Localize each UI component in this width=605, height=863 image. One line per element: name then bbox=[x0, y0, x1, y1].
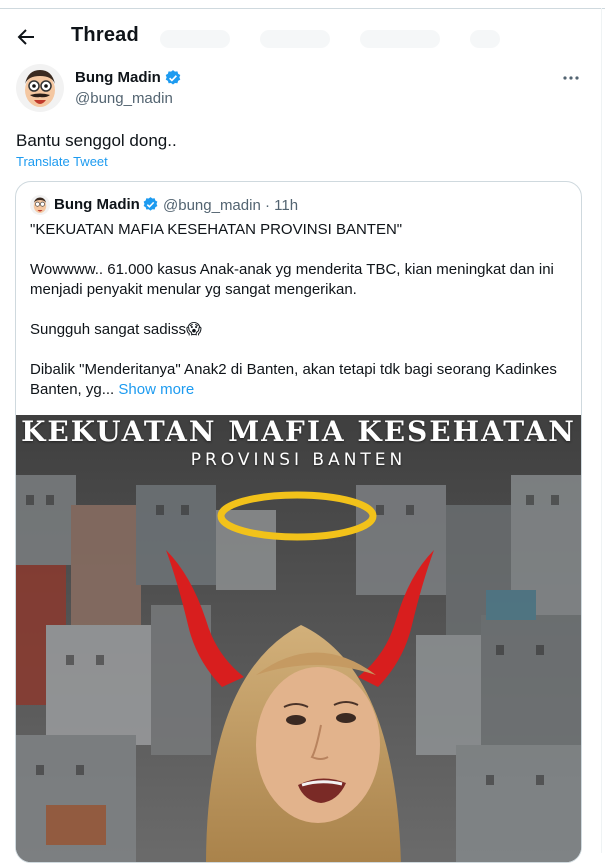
ellipsis-icon[interactable] bbox=[560, 70, 582, 86]
quote-text: "KEKUATAN MAFIA KESEHATAN PROVINSI BANTE… bbox=[30, 220, 570, 400]
media-title-text: KEKUATAN MAFIA KESEHATAN bbox=[21, 415, 576, 448]
verified-badge-icon bbox=[164, 69, 182, 87]
quoted-tweet[interactable]: Bung Madin @bung_madin · 11h "KEKUATAN M… bbox=[15, 181, 582, 863]
show-more-link[interactable]: Show more bbox=[118, 381, 194, 398]
verified-badge-icon bbox=[142, 196, 159, 213]
quote-line: Sungguh sangat sadiss😱 bbox=[30, 321, 202, 338]
quote-media-image[interactable]: KEKUATAN MAFIA KESEHATAN PROVINSI BANTEN bbox=[16, 415, 581, 862]
blurred-nav bbox=[160, 30, 230, 48]
media-subtitle-text: PROVINSI BANTEN bbox=[190, 450, 407, 470]
arrow-left-icon[interactable] bbox=[14, 25, 38, 49]
blurred-nav bbox=[260, 30, 330, 48]
quote-author-handle: @bung_madin · 11h bbox=[163, 197, 299, 214]
avatar bbox=[30, 195, 50, 215]
thread-header: Thread bbox=[0, 18, 600, 56]
blurred-nav bbox=[360, 30, 440, 48]
column-divider bbox=[601, 8, 602, 853]
translate-tweet-link[interactable]: Translate Tweet bbox=[16, 154, 108, 169]
author-name[interactable]: Bung Madin bbox=[75, 69, 161, 86]
quote-author-name: Bung Madin bbox=[54, 196, 140, 213]
blurred-nav bbox=[470, 30, 500, 48]
quote-line: "KEKUATAN MAFIA KESEHATAN PROVINSI BANTE… bbox=[30, 221, 403, 238]
avatar[interactable] bbox=[16, 64, 64, 112]
author-handle: @bung_madin bbox=[75, 90, 173, 107]
tweet-text: Bantu senggol dong.. bbox=[16, 131, 177, 150]
quote-line: Dibalik "Menderitanya" Anak2 di Banten, … bbox=[30, 361, 557, 398]
page-title: Thread bbox=[71, 24, 139, 46]
top-divider bbox=[0, 8, 605, 9]
quote-line: Wowwww.. 61.000 kasus Anak-anak yg mende… bbox=[30, 261, 554, 298]
